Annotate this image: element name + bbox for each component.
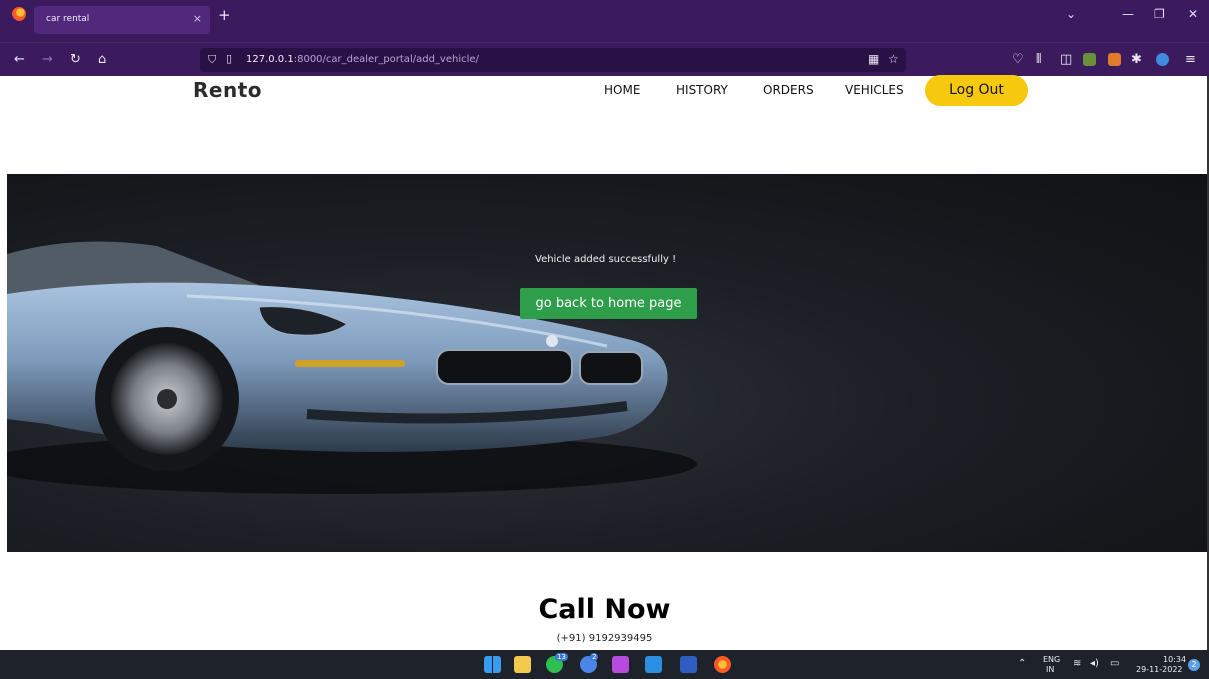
start-icon[interactable] (484, 656, 501, 673)
logout-button[interactable]: Log Out (925, 75, 1028, 106)
menu-icon[interactable]: ≡ (1185, 52, 1196, 67)
tab-title: car rental (46, 14, 90, 24)
todo-icon[interactable]: 2 (580, 653, 599, 673)
restore-icon[interactable]: ❐ (1154, 7, 1165, 21)
nav-vehicles[interactable]: VEHICLES (845, 83, 904, 97)
tab-close-icon[interactable]: × (193, 12, 202, 25)
nav-home[interactable]: HOME (604, 83, 640, 97)
todo-badge: 2 (590, 653, 599, 661)
volume-icon[interactable]: ◂) (1090, 658, 1099, 669)
go-home-button[interactable]: go back to home page (520, 288, 697, 319)
pocket-icon[interactable]: ♡ (1012, 52, 1024, 67)
minimize-icon[interactable]: — (1122, 7, 1134, 21)
tab-list-chevron-icon[interactable]: ⌄ (1066, 7, 1076, 21)
extension-gear-icon[interactable]: ✱ (1131, 52, 1142, 67)
word-icon[interactable] (680, 656, 697, 673)
vscode-icon[interactable] (645, 656, 662, 673)
firefox-taskbar-icon[interactable] (714, 656, 731, 673)
url-text[interactable]: 127.0.0.1:8000/car_dealer_portal/add_veh… (246, 54, 479, 65)
car-image (7, 241, 697, 494)
forward-icon[interactable]: → (42, 52, 53, 67)
home-icon[interactable]: ⌂ (98, 52, 106, 67)
windows-taskbar: 13 2 ⌃ ENG IN ≋ ◂) ▭ 10:34 29-11-2022 2 (0, 650, 1209, 679)
reload-icon[interactable]: ↻ (70, 52, 81, 67)
paint-icon[interactable] (612, 656, 629, 673)
notification-badge[interactable]: 2 (1188, 659, 1200, 671)
browser-tab[interactable]: car rental × (34, 6, 210, 34)
phone-number: (+91) 9192939495 (556, 633, 653, 644)
browser-nav-bar: ← → ↻ ⌂ ⛉ ▯ 127.0.0.1:8000/car_dealer_po… (0, 42, 1209, 76)
qr-code-icon[interactable]: ▦ (868, 52, 879, 66)
metamask-extension-icon[interactable] (1108, 53, 1121, 66)
nav-orders[interactable]: ORDERS (763, 83, 814, 97)
call-now-heading: Call Now (538, 594, 671, 625)
url-bar[interactable]: ⛉ ▯ 127.0.0.1:8000/car_dealer_portal/add… (200, 48, 906, 72)
hero-banner: Vehicle added successfully ! go back to … (7, 174, 1207, 552)
browser-tab-bar: car rental × + ⌄ — ❐ ✕ (0, 0, 1209, 42)
url-path: :8000/car_dealer_portal/add_vehicle/ (293, 54, 479, 65)
tracking-shield-icon[interactable]: ⛉ (208, 53, 216, 67)
file-explorer-icon[interactable] (514, 656, 531, 673)
language-top[interactable]: ENG (1043, 655, 1060, 664)
firefox-logo-icon (12, 7, 26, 21)
wifi-icon[interactable]: ≋ (1073, 658, 1081, 669)
bookmark-star-icon[interactable]: ☆ (888, 52, 899, 66)
brand-logo[interactable]: Rento (193, 78, 262, 102)
close-window-icon[interactable]: ✕ (1188, 7, 1198, 21)
web-page: Rento HOME HISTORY ORDERS VEHICLES Log O… (0, 75, 1209, 650)
whatsapp-icon[interactable]: 13 (546, 653, 568, 673)
clock-time[interactable]: 10:34 (1163, 655, 1186, 664)
language-bottom[interactable]: IN (1046, 665, 1054, 674)
success-message: Vehicle added successfully ! (535, 254, 677, 265)
clock-date[interactable]: 29-11-2022 (1136, 665, 1183, 674)
battery-icon[interactable]: ▭ (1110, 658, 1119, 669)
url-host: 127.0.0.1 (246, 54, 294, 65)
whatsapp-badge: 13 (555, 653, 568, 661)
vpn-extension-icon[interactable] (1156, 53, 1169, 66)
back-icon[interactable]: ← (14, 52, 25, 67)
tray-chevron-icon[interactable]: ⌃ (1018, 658, 1026, 669)
sidebar-icon[interactable]: ◫ (1060, 52, 1072, 67)
page-info-icon[interactable]: ▯ (226, 52, 232, 65)
new-tab-icon[interactable]: + (218, 6, 231, 24)
library-icon[interactable]: ⫴ (1036, 52, 1041, 67)
nav-history[interactable]: HISTORY (676, 83, 728, 97)
extension-icon[interactable] (1083, 53, 1096, 66)
